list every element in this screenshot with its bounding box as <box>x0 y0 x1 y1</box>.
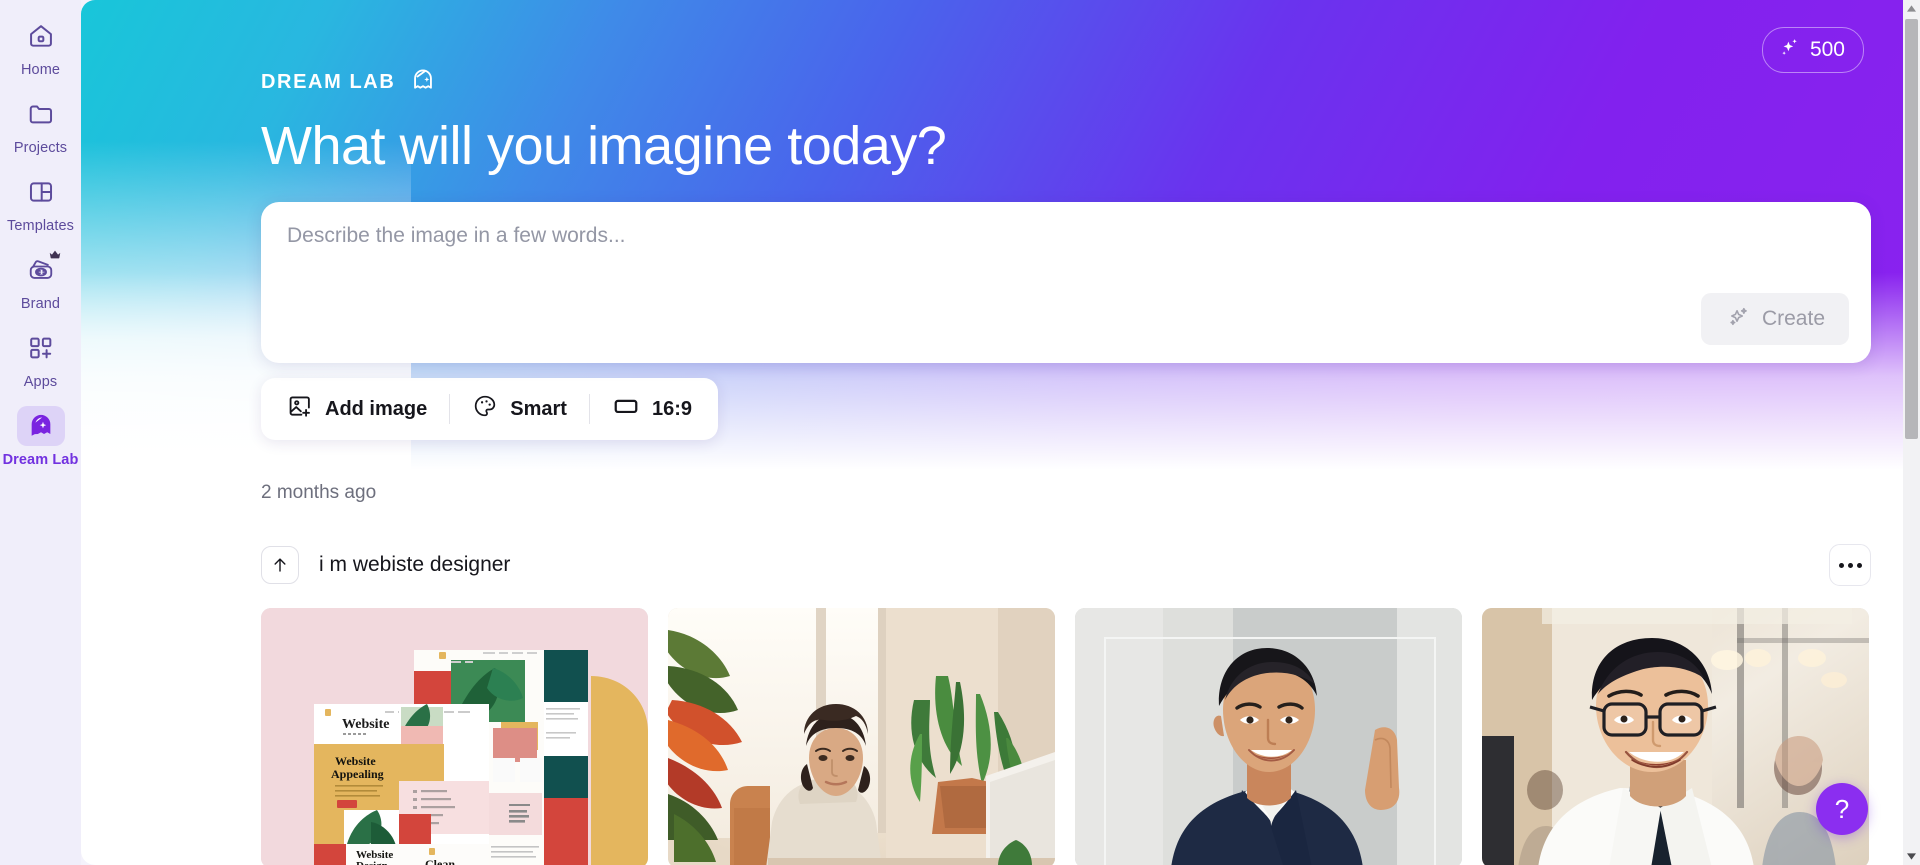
sidebar-item-label: Apps <box>23 374 58 390</box>
credits-value: 500 <box>1809 38 1845 61</box>
sidebar-item-apps[interactable]: Apps <box>5 328 77 390</box>
brand-title: DREAM LAB <box>261 71 396 93</box>
create-button-label: Create <box>1761 307 1825 331</box>
sidebar-item-home[interactable]: Home <box>5 16 77 78</box>
create-button[interactable]: Create <box>1700 293 1849 346</box>
aspect-ratio-icon <box>612 392 640 426</box>
style-smart-label: Smart <box>510 397 567 420</box>
ellipsis-icon <box>1856 562 1862 568</box>
result-thumbnail-man-in-navy-suit-portrait[interactable] <box>1075 608 1462 865</box>
prompt-card: Create <box>261 202 1871 364</box>
sidebar-item-label: Projects <box>13 140 68 156</box>
dream-lab-icon <box>16 406 65 446</box>
scroll-up-arrow-icon[interactable] <box>1903 0 1920 17</box>
aspect-ratio-label: 16:9 <box>651 397 692 420</box>
palette-icon <box>472 393 498 425</box>
page-title: What will you imagine today? <box>261 116 947 176</box>
toolbar-divider <box>588 394 590 425</box>
history-more-options-button[interactable] <box>1829 544 1871 587</box>
toolbar-divider <box>449 394 451 425</box>
result-thumbnail-website-design-mockup-collage[interactable]: Website Website Appealing Website Clean <box>261 608 648 865</box>
history-prompt-text: i m webiste designer <box>319 553 511 577</box>
hero-content: DREAM LAB What will you imagine today? D… <box>81 0 1920 865</box>
dream-lab-app: Home Projects Templates Brand Apps Dream… <box>0 0 1920 865</box>
dream-lab-sparkle-badge-icon <box>409 66 437 99</box>
reuse-prompt-button[interactable] <box>261 546 299 585</box>
folder-icon <box>17 94 65 134</box>
add-image-button[interactable]: Add image <box>269 386 445 432</box>
credits-badge[interactable]: 500 <box>1761 27 1864 73</box>
svg-text:Website: Website <box>342 717 389 732</box>
home-icon <box>17 16 65 56</box>
svg-text:Website: Website <box>335 754 376 768</box>
svg-text:Design: Design <box>356 860 388 865</box>
arrow-up-icon <box>274 558 286 573</box>
sidebar-item-brand[interactable]: Brand <box>5 245 77 312</box>
sidebar-item-label: Dream Lab <box>2 452 79 468</box>
scrollbar-track[interactable] <box>1903 17 1920 848</box>
scroll-down-arrow-icon[interactable] <box>1903 848 1920 865</box>
sidebar-item-label: Home <box>20 62 61 78</box>
sparkle-wand-icon <box>1725 303 1751 335</box>
sidebar-item-dream-lab[interactable]: Dream Lab <box>2 406 79 468</box>
sparkles-icon <box>1777 35 1801 65</box>
generation-options-toolbar: Add image Smart 16:9 <box>261 378 718 441</box>
apps-grid-plus-icon <box>17 328 65 368</box>
sidebar-item-projects[interactable]: Projects <box>5 94 77 156</box>
style-smart-button[interactable]: Smart <box>454 386 585 432</box>
sidebar-item-label: Brand <box>20 296 61 312</box>
add-image-label: Add image <box>325 397 428 420</box>
ellipsis-icon <box>1847 562 1853 568</box>
history-header: i m webiste designer <box>261 544 1871 587</box>
help-button[interactable]: ? <box>1816 783 1868 835</box>
image-plus-icon <box>287 393 313 425</box>
svg-text:Clean: Clean <box>425 857 455 865</box>
svg-text:Appealing: Appealing <box>331 767 384 781</box>
prompt-input[interactable] <box>287 224 1827 309</box>
history-timestamp: 2 months ago <box>261 482 377 504</box>
sidebar-item-templates[interactable]: Templates <box>5 172 77 234</box>
ellipsis-icon <box>1838 562 1844 568</box>
generated-results-grid: Website Website Appealing Website Clean <box>261 608 1871 865</box>
templates-icon <box>17 172 65 212</box>
page-scrollbar[interactable] <box>1903 0 1920 865</box>
question-mark-icon: ? <box>1834 793 1850 824</box>
main-sidebar: Home Projects Templates Brand Apps Dream… <box>0 0 81 865</box>
crown-icon <box>45 245 65 264</box>
sidebar-item-label: Templates <box>7 218 74 234</box>
result-thumbnail-man-with-glasses-office-portrait[interactable] <box>1482 608 1869 865</box>
main-content: 500 DREAM LAB What will you imagine toda… <box>81 0 1920 865</box>
aspect-ratio-button[interactable]: 16:9 <box>594 386 710 432</box>
scrollbar-thumb[interactable] <box>1905 19 1918 439</box>
result-thumbnail-woman-at-desk-with-plants[interactable] <box>668 608 1055 865</box>
brand-row: DREAM LAB <box>261 0 1920 99</box>
brand-kit-icon <box>17 245 65 290</box>
